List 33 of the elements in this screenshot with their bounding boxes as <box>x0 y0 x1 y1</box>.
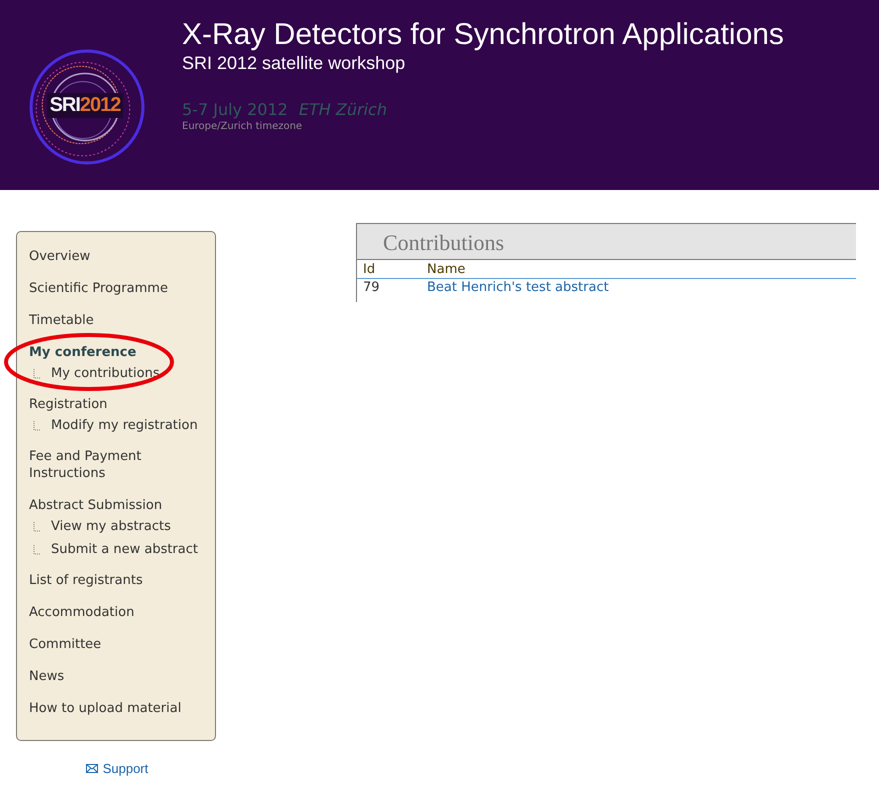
menu-item[interactable]: News <box>17 668 215 685</box>
menu-item[interactable]: Accommodation <box>17 604 215 621</box>
tree-branch-icon <box>33 368 41 378</box>
column-header: Name <box>421 260 856 279</box>
contribution-link[interactable]: Beat Henrich's test abstract <box>427 280 609 295</box>
timezone-text: Europe/Zurich timezone <box>182 121 304 132</box>
menu-item[interactable]: Scientific Programme <box>17 280 215 297</box>
menu-item[interactable]: My conference <box>17 344 215 361</box>
menu-item[interactable]: Abstract Submission <box>17 497 215 514</box>
support-link[interactable]: Support <box>86 761 148 776</box>
envelope-icon <box>86 764 98 773</box>
menu-item[interactable]: Committee <box>17 636 215 653</box>
submenu-item[interactable]: Modify my registration <box>51 417 198 434</box>
event-subtitle: SRI 2012 satellite workshop <box>182 52 406 74</box>
table-cell-text: 79 <box>362 279 381 296</box>
event-title: X-Ray Detectors for Synchrotron Applications <box>182 18 784 52</box>
submenu-item[interactable]: Submit a new abstract <box>51 541 198 558</box>
panel-title: Contributions <box>357 224 856 260</box>
submenu-item[interactable]: View my abstracts <box>51 518 171 535</box>
column-header: Id <box>357 260 421 279</box>
submenu-item[interactable]: My contributions <box>51 365 160 382</box>
tree-branch-icon <box>33 522 41 532</box>
event-date: 5-7 July 2012 <box>182 100 288 119</box>
menu-item[interactable]: Fee and Payment Instructions <box>17 448 215 482</box>
menu-item[interactable]: Overview <box>17 248 215 265</box>
tree-branch-icon <box>33 544 41 554</box>
tree-branch-icon <box>33 420 41 430</box>
menu-item[interactable]: How to upload material <box>17 700 215 717</box>
event-venue: ETH Zürich <box>298 100 387 119</box>
logo-text: SRI2012 <box>46 92 124 118</box>
menu-item[interactable]: List of registrants <box>17 572 215 589</box>
menu-item[interactable]: Timetable <box>17 312 215 329</box>
menu-item[interactable]: Registration <box>17 396 215 413</box>
